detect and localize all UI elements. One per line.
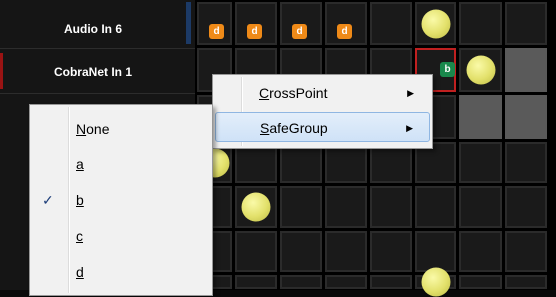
menu-item-label: SafeGroup xyxy=(260,120,328,136)
crosspoint-cell[interactable] xyxy=(505,2,547,45)
submenu-item-label: b xyxy=(76,192,84,208)
crosspoint-cell[interactable] xyxy=(459,48,502,92)
submenu-item-b[interactable]: ✓ b xyxy=(32,185,210,215)
crosspoint-cell[interactable] xyxy=(280,186,322,228)
safegroup-badge: b xyxy=(440,62,455,77)
safegroup-badge: d xyxy=(247,24,262,39)
submenu-arrow-icon: ▶ xyxy=(407,88,414,98)
crosspoint-cell[interactable] xyxy=(280,275,322,289)
crosspoint-cell[interactable] xyxy=(325,231,367,272)
safegroup-badge: d xyxy=(337,24,352,39)
crosspoint-cell[interactable] xyxy=(415,186,456,228)
crosspoint-cell[interactable]: d xyxy=(325,2,367,45)
submenu-item-c[interactable]: c xyxy=(32,221,210,251)
menu-item-crosspoint[interactable]: CrossPoint ▶ xyxy=(215,78,430,108)
crosspoint-cell[interactable] xyxy=(459,231,502,272)
menu-item-label: CrossPoint xyxy=(259,85,328,101)
submenu-item-d[interactable]: d xyxy=(32,257,210,287)
crosspoint-cell[interactable] xyxy=(415,267,456,297)
context-menu: CrossPoint ▶ SafeGroup ▶ xyxy=(212,74,433,149)
crosspoint-cell[interactable] xyxy=(325,275,367,289)
crosspoint-cell[interactable] xyxy=(370,231,412,272)
crosspoint-cell[interactable] xyxy=(370,186,412,228)
submenu-item-a[interactable]: a xyxy=(32,149,210,179)
submenu-item-none[interactable]: None xyxy=(32,114,210,144)
safegroup-badge: d xyxy=(209,24,224,39)
crosspoint-cell[interactable] xyxy=(505,48,547,92)
crosspoint-cell[interactable]: d xyxy=(197,2,232,45)
crosspoint-cell[interactable] xyxy=(505,95,547,139)
crosspoint-cell[interactable] xyxy=(459,2,502,45)
crosspoint-cell[interactable] xyxy=(505,275,547,289)
crosspoint-on-indicator xyxy=(241,192,271,222)
row-label-cobranet-in-1[interactable]: CobraNet In 1 xyxy=(0,65,186,79)
submenu-item-label: d xyxy=(76,264,84,280)
crosspoint-cell[interactable] xyxy=(235,231,277,272)
safegroup-submenu: None a ✓ b c d xyxy=(29,104,213,296)
crosspoint-cell[interactable] xyxy=(459,95,502,139)
crosspoint-cell[interactable] xyxy=(235,186,277,228)
submenu-item-label: None xyxy=(76,121,110,137)
crosspoint-on-indicator xyxy=(421,9,450,38)
crosspoint-cell[interactable] xyxy=(325,186,367,228)
crosspoint-cell[interactable] xyxy=(505,186,547,228)
row-label-audio-in-6[interactable]: Audio In 6 xyxy=(0,22,186,36)
crosspoint-cell[interactable] xyxy=(415,2,456,45)
crosspoint-cell[interactable]: d xyxy=(235,2,277,45)
submenu-item-label: c xyxy=(76,228,83,244)
crosspoint-cell[interactable] xyxy=(370,2,412,45)
crosspoint-cell[interactable]: d xyxy=(280,2,322,45)
crosspoint-cell[interactable] xyxy=(280,231,322,272)
crosspoint-on-indicator xyxy=(466,55,495,85)
crosspoint-on-indicator xyxy=(421,267,450,297)
crosspoint-cell[interactable] xyxy=(505,231,547,272)
row-divider xyxy=(0,93,195,94)
crosspoint-cell[interactable] xyxy=(459,186,502,228)
crosspoint-cell[interactable] xyxy=(415,231,456,272)
row-divider xyxy=(0,48,195,49)
submenu-item-label: a xyxy=(76,156,84,172)
crosspoint-cell[interactable] xyxy=(370,275,412,289)
crosspoint-cell[interactable] xyxy=(459,142,502,183)
submenu-arrow-icon: ▶ xyxy=(406,123,413,133)
crosspoint-cell[interactable] xyxy=(459,275,502,289)
crosspoint-cell[interactable] xyxy=(505,142,547,183)
check-icon: ✓ xyxy=(42,192,54,208)
row-accent-blue xyxy=(186,2,191,44)
crosspoint-cell[interactable] xyxy=(235,275,277,289)
menu-item-safegroup[interactable]: SafeGroup ▶ xyxy=(215,112,430,142)
safegroup-badge: d xyxy=(292,24,307,39)
